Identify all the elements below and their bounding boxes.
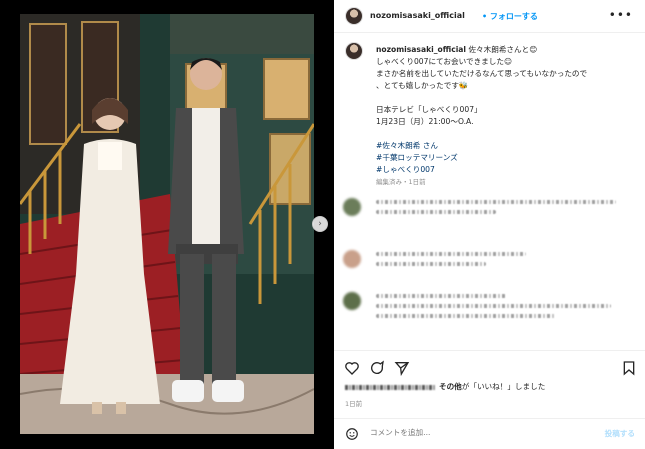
comment-item [334,250,645,290]
header-username[interactable]: nozomisasaki_official [370,11,465,20]
likes-suffix: が「いいね！」しました [461,382,546,391]
caption-mention: 佐々木朗希さんと😊 [468,45,538,54]
caption-text: nozomisasaki_official 佐々木朗希さんと😊 しゃべくり007… [376,44,638,188]
caption-line: まさか名前を出していただけるなんて思ってもいなかったので [376,69,588,78]
blurred-liker-name[interactable] [345,384,435,390]
post-header: nozomisasaki_official • フォローする ••• [334,0,645,33]
more-options-icon[interactable]: ••• [609,8,633,22]
comment-avatar[interactable] [343,198,361,216]
comment-icon[interactable] [369,360,385,376]
blurred-comment-text [376,200,626,226]
hashtag-link[interactable]: #佐々木朗希 さん [376,140,638,152]
caption-username[interactable]: nozomisasaki_official [376,45,466,54]
comment-avatar[interactable] [343,292,361,310]
heart-icon[interactable] [344,360,360,376]
instagram-post-modal: › nozomisasaki_official • フォローする ••• noz… [0,0,645,449]
blurred-comment-text [376,252,626,278]
post-comment-button[interactable]: 投稿する [605,428,635,439]
hashtag-link[interactable]: #千葉ロッテマリーンズ [376,152,638,164]
caption-line: 日本テレビ「しゃべくり007」 [376,105,482,114]
post-photo[interactable] [20,14,314,434]
comment-item [334,198,645,238]
caption-edited-time: 編集済み・1日前 [376,178,426,186]
likes-summary: その他が「いいね！」しました [345,381,545,392]
photo-illustration [20,14,314,434]
blurred-comment-text [376,294,626,320]
bookmark-icon[interactable] [621,360,637,376]
photo-panel: › [0,0,334,449]
caption-avatar[interactable] [345,42,363,60]
follow-button[interactable]: • フォローする [482,11,538,22]
share-icon[interactable] [394,360,410,376]
caption-line: 、とても嬉しかったです🐝 [376,81,469,90]
action-bar [334,350,645,380]
post-sidebar: nozomisasaki_official • フォローする ••• nozom… [334,0,645,449]
comment-input[interactable] [370,428,570,437]
post-timestamp[interactable]: 1日前 [345,398,362,408]
chevron-right-icon: › [318,219,322,229]
caption-line: しゃべくり007にてお会いできました☺︎ [376,57,512,66]
add-comment-bar: 投稿する [334,418,645,449]
avatar[interactable] [345,7,363,25]
caption-first-line: nozomisasaki_official 佐々木朗希さんと😊 [376,44,638,56]
likes-others-link[interactable]: その他 [439,382,462,391]
caption-line: 1月23日（月）21:00〜O.A. [376,117,474,126]
next-photo-button[interactable]: › [312,216,328,232]
hashtag-link[interactable]: #しゃべくり007 [376,164,638,176]
comment-item [334,292,645,332]
emoji-icon[interactable] [345,427,359,441]
comment-avatar[interactable] [343,250,361,268]
